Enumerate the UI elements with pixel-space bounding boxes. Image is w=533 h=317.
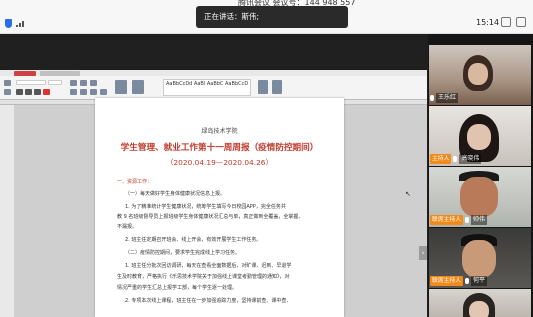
italic-icon[interactable] <box>25 89 32 95</box>
participant-name-tag: 王乐红 <box>430 93 459 103</box>
document-line: 2. 班主任定期召开班会、线上开会，有效开展学生工作任务。 <box>125 237 262 243</box>
justify-icon[interactable] <box>100 89 107 95</box>
grid-view-icon[interactable] <box>501 17 511 27</box>
participant-panel: 王乐红 主持人 高晓伟 联席主持人 帅伟 联席主持人 何平 <box>428 34 533 317</box>
participant-face <box>467 124 491 150</box>
participant-tile[interactable]: 王乐红 <box>429 45 531 105</box>
document-date: （2020.04.19—2020.04.26） <box>166 158 273 167</box>
participant-name: 何平 <box>471 276 488 286</box>
participant-face <box>469 301 489 317</box>
style-gallery[interactable]: AaBbCcDd AaBl AaBbC AaBbCcD <box>163 79 251 96</box>
speaking-indicator: 正在讲话：斯伟; <box>196 6 348 28</box>
document-title: 学生管理、就业工作第十一周周报（疫情防控期间） <box>120 143 319 153</box>
format-painter-icon[interactable] <box>4 89 11 95</box>
fullscreen-icon[interactable] <box>516 17 526 27</box>
document-line: （一）每天做好学生身体健康状况信息上报。 <box>125 191 226 197</box>
image-icon[interactable] <box>132 80 144 94</box>
signal-icon[interactable] <box>16 21 25 27</box>
find-icon[interactable] <box>258 80 268 94</box>
shared-screen: AaBbCcDd AaBl AaBbC AaBbCcD › 绿岛技术学院 学生管… <box>0 34 428 317</box>
participant-name-tag: 联席主持人 帅伟 <box>430 215 488 225</box>
align-left-icon[interactable] <box>70 89 77 95</box>
speaking-name: 斯伟; <box>241 12 260 21</box>
bold-icon[interactable] <box>16 89 23 95</box>
navigation-pane <box>0 105 14 317</box>
participant-tile[interactable] <box>429 289 531 317</box>
document-line: 生及时教育，严格执行《乐思技术学院关于加强线上课堂考勤管理的通知》，对 <box>117 274 290 280</box>
underline-icon[interactable] <box>34 89 41 95</box>
paste-icon[interactable] <box>4 80 11 86</box>
host-badge: 联席主持人 <box>430 215 463 225</box>
indent-icon[interactable] <box>90 80 97 86</box>
participant-face <box>460 177 498 217</box>
document-line: （二）疫情防控期间，要求学生完成线上学习任务。 <box>125 250 241 256</box>
mic-icon <box>465 278 469 284</box>
meeting-window: 腾讯会议 会议号：144 948 557 15:14 正在讲话：斯伟; AaBb… <box>0 0 533 317</box>
document-page[interactable]: 绿岛技术学院 学生管理、就业工作第十一周周报（疫情防控期间） （2020.04.… <box>95 98 344 317</box>
speaking-label: 正在讲话： <box>204 12 242 21</box>
participant-tile[interactable]: 联席主持人 帅伟 <box>429 167 531 227</box>
participant-name-tag: 联席主持人 何平 <box>430 276 488 286</box>
participant-name: 王乐红 <box>436 93 459 103</box>
select-icon[interactable] <box>272 80 282 94</box>
document-line: 情况严重的学生汇总上报学工部，每个学生逐一处理。 <box>117 285 238 291</box>
document-line: 1. 班主任分批次回访调研，每天在查看全面数据后，对旷课、迟到、早退学 <box>125 263 292 269</box>
host-badge: 联席主持人 <box>430 276 463 286</box>
font-size-select[interactable] <box>48 80 62 85</box>
align-right-icon[interactable] <box>90 89 97 95</box>
participant-name: 高晓伟 <box>459 154 482 164</box>
table-icon[interactable] <box>115 80 127 94</box>
participant-tile[interactable]: 联席主持人 何平 <box>429 228 531 288</box>
mic-icon <box>453 156 458 162</box>
align-center-icon[interactable] <box>80 89 87 95</box>
expand-panel-arrow-icon[interactable]: › <box>419 246 427 260</box>
host-badge: 主持人 <box>430 154 452 164</box>
document-line: 一、资源工作： <box>117 179 153 185</box>
mic-icon <box>430 95 434 101</box>
participant-face <box>462 240 496 278</box>
participant-tile[interactable]: 主持人 高晓伟 <box>429 106 531 166</box>
document-line: 2. 专项本次线上课程，班主任在一步加强追踪力度，坚持课前查、课中查、 <box>125 298 292 304</box>
participant-name-tag: 主持人 高晓伟 <box>430 154 482 164</box>
document-header: 绿岛技术学院 <box>201 128 238 135</box>
meeting-clock: 15:14 <box>476 18 500 27</box>
font-select[interactable] <box>16 80 46 85</box>
font-color-icon[interactable] <box>43 89 50 95</box>
shield-icon[interactable] <box>5 19 12 28</box>
document-line: 不漏报。 <box>117 224 138 230</box>
bullets-icon[interactable] <box>70 80 77 86</box>
participant-name: 帅伟 <box>471 215 488 225</box>
numbering-icon[interactable] <box>80 80 87 86</box>
mouse-cursor: ↖ <box>405 190 411 198</box>
document-line: 1. 为了精准统计学生健康状况，统筹学生填写今日校园APP，完全任务共 <box>125 204 286 210</box>
participant-face <box>468 63 488 85</box>
mic-icon <box>465 217 469 223</box>
document-line: 教 9 名班级督导员上报班级学生身体健康状况汇总与单，真正做到全覆盖，全掌握、 <box>117 214 304 220</box>
wps-ribbon: AaBbCcDd AaBl AaBbC AaBbCcD <box>0 76 427 100</box>
